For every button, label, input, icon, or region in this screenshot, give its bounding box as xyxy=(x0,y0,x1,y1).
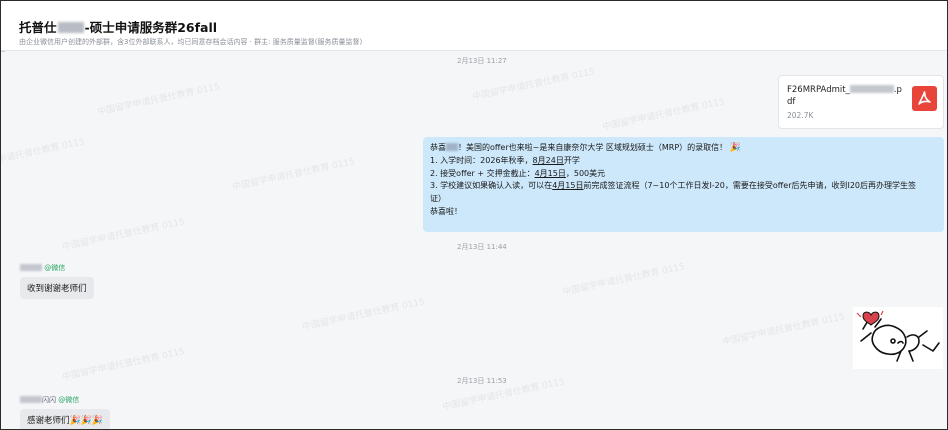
file-name-suffix: .p xyxy=(893,85,902,95)
message-line: 恭喜 ！美国的offer也来啦~是来自康奈尔大学 区域规划硕士（MRP）的录取信！… xyxy=(430,143,741,153)
chat-window: 托普仕 -硕士申请服务群26fall 由企业微信用户创建的外部群，含3位外部联系人… xyxy=(0,0,948,430)
watermark: 中国留学申请托普仕教育 0115 xyxy=(231,157,356,193)
redacted-text xyxy=(20,396,42,403)
message-text: 收到谢谢老师们 xyxy=(27,284,87,294)
message-line: 恭喜啦！ xyxy=(430,206,462,216)
pdf-icon xyxy=(912,86,937,111)
file-name: F26MRPAdmit_ .p df xyxy=(787,84,907,108)
timestamp: 2月13日 11:44 xyxy=(457,243,507,251)
sender-name: @微信 xyxy=(20,263,65,273)
watermark: 中国留学申请托普仕教育 0115 xyxy=(301,297,426,333)
message-text: 感谢老师们 xyxy=(27,416,70,426)
wechat-tag: @微信 xyxy=(58,396,80,404)
redacted-text xyxy=(57,22,84,33)
sender-name: 闪闪 @微信 xyxy=(20,395,79,405)
watermark: 中国留学申请托普仕教育 0115 xyxy=(561,262,686,298)
timestamp: 2月13日 11:53 xyxy=(457,377,507,385)
message-line: 证） xyxy=(430,194,446,204)
group-subtitle: 由企业微信用户创建的外部群，含3位外部联系人，均已同意存档会话内容 · 群主: … xyxy=(19,38,363,46)
watermark: 中国留学申请托普仕教育 0115 xyxy=(601,97,726,133)
file-name-tail: df xyxy=(787,97,796,107)
redacted-text xyxy=(20,264,42,271)
chat-message[interactable]: 收到谢谢老师们 xyxy=(20,277,94,299)
watermark: 中国留学申请托普仕教育 0115 xyxy=(96,82,221,118)
watermark: 中国留学申请托普仕教育 0115 xyxy=(721,312,846,348)
redacted-text xyxy=(849,85,894,93)
watermark: 中国留学申请托普仕教育 0115 xyxy=(61,217,186,253)
chat-message[interactable]: 感谢老师们🎉🎉🎉 xyxy=(20,409,111,429)
timestamp: 2月13日 11:27 xyxy=(457,57,507,65)
watermark: 中国留学申请托普仕教育 0115 xyxy=(61,347,186,383)
file-message[interactable]: F26MRPAdmit_ .p df 202.7K xyxy=(778,75,944,129)
group-title-suffix: -硕士申请服务群26fall xyxy=(84,20,218,35)
message-line: 3. 学校建议如果确认入读，可以在4月15日前完成签证流程（7~10个工作日发I… xyxy=(430,181,917,191)
party-popper-icon: 🎉🎉🎉 xyxy=(69,416,104,426)
offer-message[interactable]: 恭喜 ！美国的offer也来啦~是来自康奈尔大学 区域规划硕士（MRP）的录取信！… xyxy=(423,137,944,232)
watermark: 中国留学申请托普仕教育 0115 xyxy=(471,67,596,103)
redacted-text xyxy=(446,143,458,151)
message-line: 2. 接受offer + 交押金截止：4月15日，500美元 xyxy=(430,168,606,178)
chat-header: 托普仕 -硕士申请服务群26fall 由企业微信用户创建的外部群，含3位外部联系人… xyxy=(1,1,947,51)
wechat-tag: @微信 xyxy=(44,264,66,272)
group-title[interactable]: 托普仕 -硕士申请服务群26fall xyxy=(19,17,217,36)
file-size: 202.7K xyxy=(787,111,814,120)
file-name-prefix: F26MRPAdmit_ xyxy=(787,85,850,95)
party-popper-icon: 🎉 xyxy=(729,143,741,153)
sticker-image[interactable] xyxy=(853,307,943,369)
group-title-prefix: 托普仕 xyxy=(19,20,57,35)
watermark: 中国留学申请托普仕教育 0115 xyxy=(0,137,86,173)
message-line: 1. 入学时间：2026年秋季，8月24日开学 xyxy=(430,155,580,165)
